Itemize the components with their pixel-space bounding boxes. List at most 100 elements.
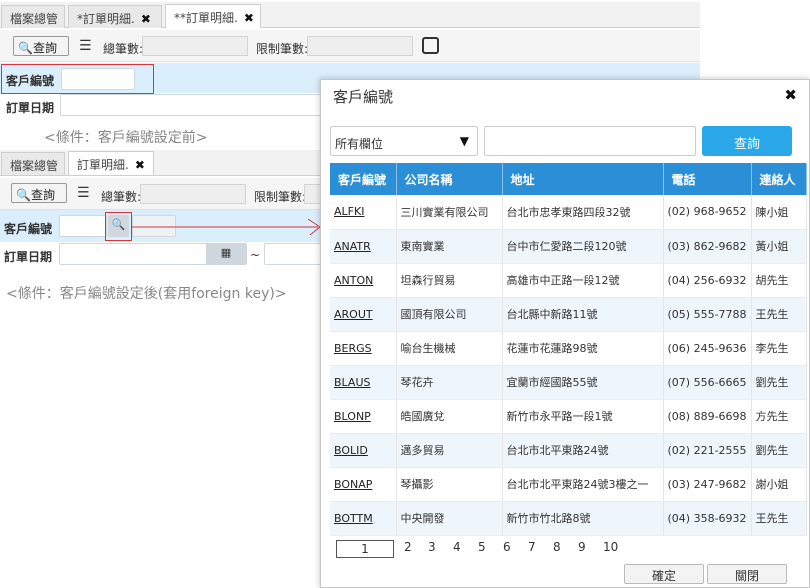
table-cell: 王先生 [751, 501, 807, 536]
table-cell: 台北市北平東路24號 [502, 433, 664, 468]
bottom-order-date-label: 訂單日期 [4, 250, 53, 264]
close-icon[interactable]: ✖ [135, 158, 145, 172]
table-cell: 台北市忠孝東路四段32號 [502, 195, 664, 230]
top-tab-order-detail-2[interactable]: **訂單明細. ✖ [165, 4, 261, 28]
top-tab-order-detail-1[interactable]: *訂單明細. ✖ [68, 5, 162, 28]
table-row[interactable]: ANATR 東南實業 台中市仁愛路二段120號 (03) 862-9682 黃小姐 [330, 229, 807, 264]
table-header: 客戶編號 公司名稱 地址 電話 連絡人 [330, 163, 807, 195]
bottom-customer-input[interactable] [59, 215, 107, 237]
close-icon[interactable]: ✖ [244, 11, 254, 25]
calendar-button[interactable]: ▦ [206, 244, 246, 264]
table-row[interactable]: ANTON 坦森行貿易 高雄市中正路一段12號 (04) 256-6932 胡先生 [330, 263, 807, 298]
table-row[interactable]: AROUT 國頂有限公司 台北縣中新路11號 (05) 555-7788 王先生 [330, 297, 807, 332]
column-header[interactable]: 客戶編號 [330, 163, 397, 195]
table-cell: (03) 247-9682 [663, 467, 752, 502]
field-select-value: 所有欄位 [335, 137, 384, 151]
bottom-order-date-input[interactable]: ▦ [59, 243, 247, 265]
fullscreen-icon[interactable] [422, 37, 439, 54]
page-link[interactable]: 5 [478, 540, 486, 554]
ok-button[interactable]: 確定 [624, 564, 704, 584]
table-row[interactable]: BERGS 喻台生機械 花蓮市花蓮路98號 (06) 245-9636 李先生 [330, 331, 807, 366]
table-cell: (07) 556-6665 [663, 365, 752, 400]
table-cell: (04) 358-6932 [663, 501, 752, 536]
pointer-arrow [132, 218, 321, 235]
column-header[interactable]: 連絡人 [751, 163, 807, 195]
table-cell: 皓國廣兌 [396, 399, 503, 434]
close-icon[interactable]: ✖ [141, 12, 151, 26]
tab-label: *訂單明細. [77, 12, 135, 26]
column-header[interactable]: 地址 [502, 163, 664, 195]
table-row[interactable]: BLAUS 琴花卉 宜蘭市經國路55號 (07) 556-6665 劉先生 [330, 365, 807, 400]
table-cell: 花蓮市花蓮路98號 [502, 331, 664, 366]
tab-label: **訂單明細. [174, 11, 238, 25]
top-order-date-label: 訂單日期 [6, 101, 55, 115]
bottom-query-button[interactable]: 🔍查詢 [11, 183, 67, 203]
table-row[interactable]: BONAP 琴攝影 台北市北平東路24號3樓之一 (03) 247-9682 謝小姐 [330, 467, 807, 502]
column-header[interactable]: 電話 [663, 163, 752, 195]
top-limit-label: 限制筆數: [256, 42, 309, 56]
page-link[interactable]: 10 [603, 540, 618, 554]
search-input[interactable] [484, 126, 696, 156]
list-icon[interactable]: ☰ [77, 185, 90, 201]
query-icon: 🔍 [16, 188, 31, 202]
customer-id-link[interactable]: AROUT [330, 297, 397, 332]
lookup-search-button[interactable]: 🔍 [108, 215, 129, 237]
tab-label: 檔案總管 [10, 12, 59, 26]
customer-id-link[interactable]: BLAUS [330, 365, 397, 400]
column-header[interactable]: 公司名稱 [396, 163, 503, 195]
table-cell: 國頂有限公司 [396, 297, 503, 332]
table-cell: 陳小姐 [751, 195, 807, 230]
list-icon[interactable]: ☰ [79, 38, 92, 54]
date-range-separator: ~ [250, 248, 261, 262]
table-row[interactable]: BOLID 邁多貿易 台北市北平東路24號 (02) 221-2555 劉先生 [330, 433, 807, 468]
top-order-date-input[interactable] [60, 94, 322, 116]
tab-label: 檔案總管 [10, 159, 59, 173]
query-icon: 🔍 [18, 41, 33, 55]
table-cell: (02) 968-9652 [663, 195, 752, 230]
customer-id-link[interactable]: ANATR [330, 229, 397, 264]
page-link[interactable]: 9 [578, 540, 586, 554]
top-tab-explorer[interactable]: 檔案總管 [1, 5, 65, 28]
table-row[interactable]: BLONP 皓國廣兌 新竹市永平路一段1號 (08) 889-6698 方先生 [330, 399, 807, 434]
bottom-order-date-end-input[interactable] [264, 243, 324, 265]
search-icon: 🔍 [111, 218, 126, 231]
table-cell: 台北市北平東路24號3樓之一 [502, 467, 664, 502]
customer-id-link[interactable]: BERGS [330, 331, 397, 366]
bottom-tab-order-detail[interactable]: 訂單明細. ✖ [68, 151, 154, 175]
table-cell: 方先生 [751, 399, 807, 434]
bottom-tab-explorer[interactable]: 檔案總管 [1, 152, 65, 175]
page-link[interactable]: 3 [428, 540, 436, 554]
close-button[interactable]: 關閉 [707, 564, 787, 584]
table-row[interactable]: ALFKI 三川實業有限公司 台北市忠孝東路四段32號 (02) 968-9652 陳小… [330, 195, 807, 230]
page-link[interactable]: 7 [528, 540, 536, 554]
page-link[interactable]: 4 [453, 540, 461, 554]
customer-id-link[interactable]: BONAP [330, 467, 397, 502]
search-button[interactable]: 查詢 [702, 126, 792, 156]
table-cell: 坦森行貿易 [396, 263, 503, 298]
customer-id-link[interactable]: ALFKI [330, 195, 397, 230]
close-icon[interactable]: ✖ [784, 86, 797, 104]
table-cell: 宜蘭市經國路55號 [502, 365, 664, 400]
table-cell: 黃小姐 [751, 229, 807, 264]
page-link[interactable]: 6 [503, 540, 511, 554]
field-select[interactable]: 所有欄位 ▼ [330, 126, 478, 156]
table-cell: 王先生 [751, 297, 807, 332]
calendar-icon: ▦ [220, 246, 232, 259]
page-current[interactable]: 1 [336, 540, 394, 558]
customer-id-link[interactable]: BOLID [330, 433, 397, 468]
bottom-note: <條件：客戶編號設定後(套用foreign key)> [6, 286, 287, 302]
table-row[interactable]: BOTTM 中央開發 新竹市竹北路8號 (04) 358-6932 王先生 [330, 501, 807, 536]
table-cell: 東南實業 [396, 229, 503, 264]
table-cell: (08) 889-6698 [663, 399, 752, 434]
page-link[interactable]: 8 [553, 540, 561, 554]
customer-id-link[interactable]: BLONP [330, 399, 397, 434]
top-total-field [142, 36, 248, 56]
page-link[interactable]: 2 [404, 540, 412, 554]
customer-id-link[interactable]: ANTON [330, 263, 397, 298]
customer-id-link[interactable]: BOTTM [330, 501, 397, 536]
table-cell: 新竹市竹北路8號 [502, 501, 664, 536]
dialog-title: 客戶編號 [333, 88, 394, 106]
top-query-button[interactable]: 🔍查詢 [13, 36, 69, 56]
top-limit-field [307, 36, 413, 56]
top-customer-input[interactable] [61, 68, 135, 90]
